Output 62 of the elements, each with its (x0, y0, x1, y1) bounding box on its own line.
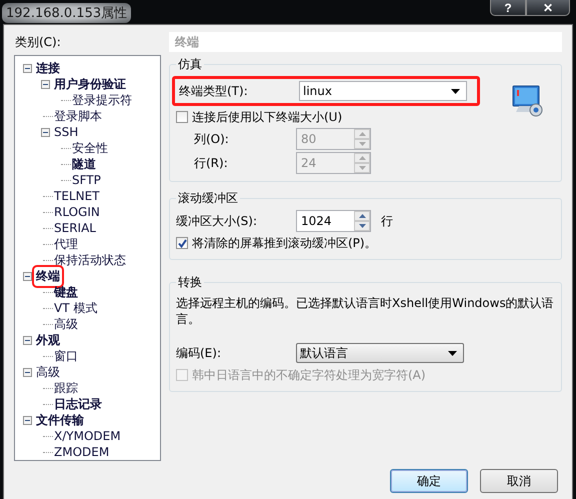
window-title: 192.168.0.153属性 (2, 3, 132, 23)
tree-item[interactable]: SERIAL (53, 221, 97, 235)
monitor-gear-icon (511, 85, 545, 117)
tree-item[interactable]: 用户身份验证 (53, 76, 127, 92)
panel-title: 终端 (169, 32, 562, 52)
category-label: 类别(C): (15, 34, 62, 51)
tree-item[interactable]: X/YMODEM (53, 429, 122, 443)
field-label: 行(R): (193, 154, 229, 172)
tree-item[interactable]: 保持活动状态 (53, 252, 127, 268)
tree-item[interactable]: 代理 (53, 236, 79, 252)
group-title: 仿真 (177, 56, 203, 73)
collapse-toggle[interactable] (40, 128, 50, 136)
field-label: 终端类型(T): (179, 82, 249, 100)
unit-label: 行 (381, 212, 393, 230)
field-label: 缓冲区大小(S): (176, 212, 258, 230)
tree-item[interactable]: 登录提示符 (71, 92, 133, 108)
help-button[interactable]: ? (490, 0, 526, 16)
checkbox[interactable] (176, 111, 188, 123)
caret-icon (448, 350, 457, 356)
tree-item[interactable]: TELNET (53, 189, 100, 203)
encoding-dropdown[interactable]: 默认语言 (296, 343, 464, 363)
checkbox[interactable] (176, 237, 188, 249)
terminal-type-dropdown[interactable]: linux (299, 81, 467, 101)
collapse-toggle[interactable] (22, 336, 32, 344)
tree-item[interactable]: 高级 (53, 316, 79, 332)
group-title: 滚动缓冲区 (177, 190, 239, 207)
tree-item[interactable]: 外观 (35, 332, 61, 348)
cancel-button[interactable]: 取消 (480, 469, 558, 493)
collapse-toggle[interactable] (22, 272, 32, 280)
down-arrow-icon[interactable] (358, 224, 366, 228)
field-label: 列(O): (193, 130, 230, 148)
tree-item[interactable]: RLOGIN (53, 205, 101, 219)
close-button[interactable]: ✕ (526, 0, 570, 16)
tree-item[interactable]: 键盘 (53, 284, 79, 300)
tree-item[interactable]: SSH (53, 125, 80, 139)
field-label: 编码(E): (176, 344, 222, 362)
tree-item[interactable]: VT 模式 (53, 300, 98, 316)
collapse-toggle[interactable] (40, 80, 50, 88)
checkbox-label: 韩中日语言中的不确定字符处理为宽字符(A) (192, 366, 426, 384)
description-text: 选择远程主机的编码。已选择默认语言时Xshell使用Windows的默认语言。 (176, 295, 555, 327)
tree-item[interactable]: 窗口 (53, 348, 79, 364)
tree-item[interactable]: 文件传输 (35, 412, 85, 428)
collapse-toggle[interactable] (22, 64, 32, 72)
tree-item[interactable]: 连接 (35, 60, 61, 76)
tree-item[interactable]: 日志记录 (53, 396, 103, 412)
tree-item[interactable]: 安全性 (71, 140, 109, 156)
collapse-toggle[interactable] (22, 416, 32, 424)
tree-item[interactable]: SFTP (71, 173, 102, 187)
tree-item[interactable]: ZMODEM (53, 445, 110, 459)
up-arrow-icon[interactable] (358, 214, 366, 218)
number-field[interactable]: 1024 (296, 210, 371, 232)
tree-item[interactable]: 隧道 (71, 156, 97, 172)
caret-icon (451, 88, 460, 94)
tree-item[interactable]: 跟踪 (53, 380, 79, 396)
tree-item[interactable]: 终端 (35, 268, 61, 284)
collapse-toggle[interactable] (22, 368, 32, 376)
checkbox-label: 连接后使用以下终端大小(U) (192, 108, 342, 126)
ok-button[interactable]: 确定 (390, 469, 468, 493)
tree-item[interactable]: 登录脚本 (53, 108, 103, 124)
group-title: 转换 (177, 274, 203, 291)
tree-item[interactable]: 高级 (35, 364, 61, 380)
checkbox-label: 将清除的屏幕推到滚动缓冲区(P)。 (192, 234, 377, 252)
